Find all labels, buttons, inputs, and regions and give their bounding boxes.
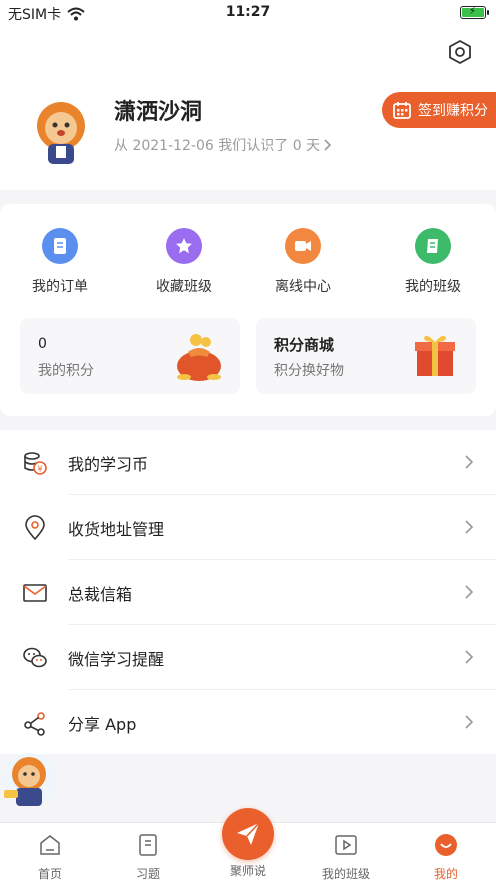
- points-value: 0: [38, 336, 47, 352]
- my-points-box[interactable]: 0 我的积分: [20, 318, 240, 394]
- points-label: 我的积分: [38, 363, 94, 379]
- money-bag-icon: [177, 334, 221, 381]
- profile-header: 潇洒沙洞 从 2021-12-06 我们认识了 0 天 签到赚积分: [0, 28, 496, 190]
- status-bar: 无SIM卡 11:27 ⚡: [0, 0, 496, 28]
- coin-icon: ¥: [24, 452, 47, 475]
- calendar-icon: [393, 102, 411, 119]
- order-icon: [42, 228, 78, 264]
- since-text[interactable]: 从 2021-12-06 我们认识了 0 天: [114, 135, 332, 155]
- profile-icon: [435, 834, 457, 856]
- quick-actions-card: 我的订单 收藏班级 离线中心 我的班级 0 我的积分 积分商城 积分换好物: [0, 204, 496, 416]
- home-icon: [40, 835, 60, 855]
- chevron-right-icon: [324, 139, 332, 151]
- menu-item-wechat-reminder[interactable]: 微信学习提醒: [0, 625, 496, 690]
- mail-icon: [23, 584, 47, 602]
- gift-box-icon: [415, 335, 455, 376]
- settings-hexagon-icon[interactable]: [446, 38, 474, 66]
- book-icon: [415, 228, 451, 264]
- floating-mascot-icon[interactable]: [0, 752, 58, 818]
- menu-item-share-app[interactable]: 分享 App: [0, 690, 496, 755]
- tab-teachers-talk[interactable]: [222, 808, 274, 860]
- status-time: 11:27: [225, 4, 271, 20]
- class-icon: [335, 835, 357, 855]
- chevron-right-icon: [465, 585, 474, 599]
- quick-action-orders[interactable]: 我的订单: [18, 228, 102, 296]
- tab-my-class[interactable]: 我的班级: [306, 833, 386, 882]
- points-mall-box[interactable]: 积分商城 积分换好物: [256, 318, 476, 394]
- tab-home[interactable]: 首页: [10, 833, 90, 882]
- username: 潇洒沙洞: [114, 100, 203, 125]
- quick-action-offline[interactable]: 离线中心: [261, 228, 345, 296]
- exercise-icon: [139, 834, 157, 856]
- menu-item-ceo-mailbox[interactable]: 总裁信箱: [0, 560, 496, 625]
- share-icon: [24, 712, 45, 736]
- chevron-right-icon: [465, 520, 474, 534]
- checkin-button[interactable]: 签到赚积分: [382, 92, 496, 128]
- battery-icon: ⚡: [460, 6, 489, 19]
- tab-exercises[interactable]: 习题: [108, 833, 188, 882]
- video-icon: [285, 228, 321, 264]
- menu-item-study-coins[interactable]: ¥ 我的学习币: [0, 430, 496, 495]
- tab-mine[interactable]: 我的: [406, 833, 486, 882]
- chevron-right-icon: [465, 455, 474, 469]
- wechat-icon: [23, 647, 47, 668]
- quick-action-my-class[interactable]: 我的班级: [391, 228, 475, 296]
- send-icon: [237, 822, 260, 845]
- quick-action-favorites[interactable]: 收藏班级: [142, 228, 226, 296]
- mall-title: 积分商城: [274, 336, 335, 354]
- chevron-right-icon: [465, 715, 474, 729]
- chevron-right-icon: [465, 650, 474, 664]
- mall-subtitle: 积分换好物: [274, 363, 344, 379]
- menu-list: ¥ 我的学习币 收货地址管理 总裁信箱 微信学习提醒 分享 App: [0, 430, 496, 754]
- location-icon: [25, 515, 45, 541]
- menu-item-address[interactable]: 收货地址管理: [0, 495, 496, 560]
- svg-text:¥: ¥: [37, 465, 42, 474]
- tab-teachers-talk-label: 聚师说: [229, 864, 266, 878]
- avatar[interactable]: [30, 100, 92, 166]
- star-icon: [166, 228, 202, 264]
